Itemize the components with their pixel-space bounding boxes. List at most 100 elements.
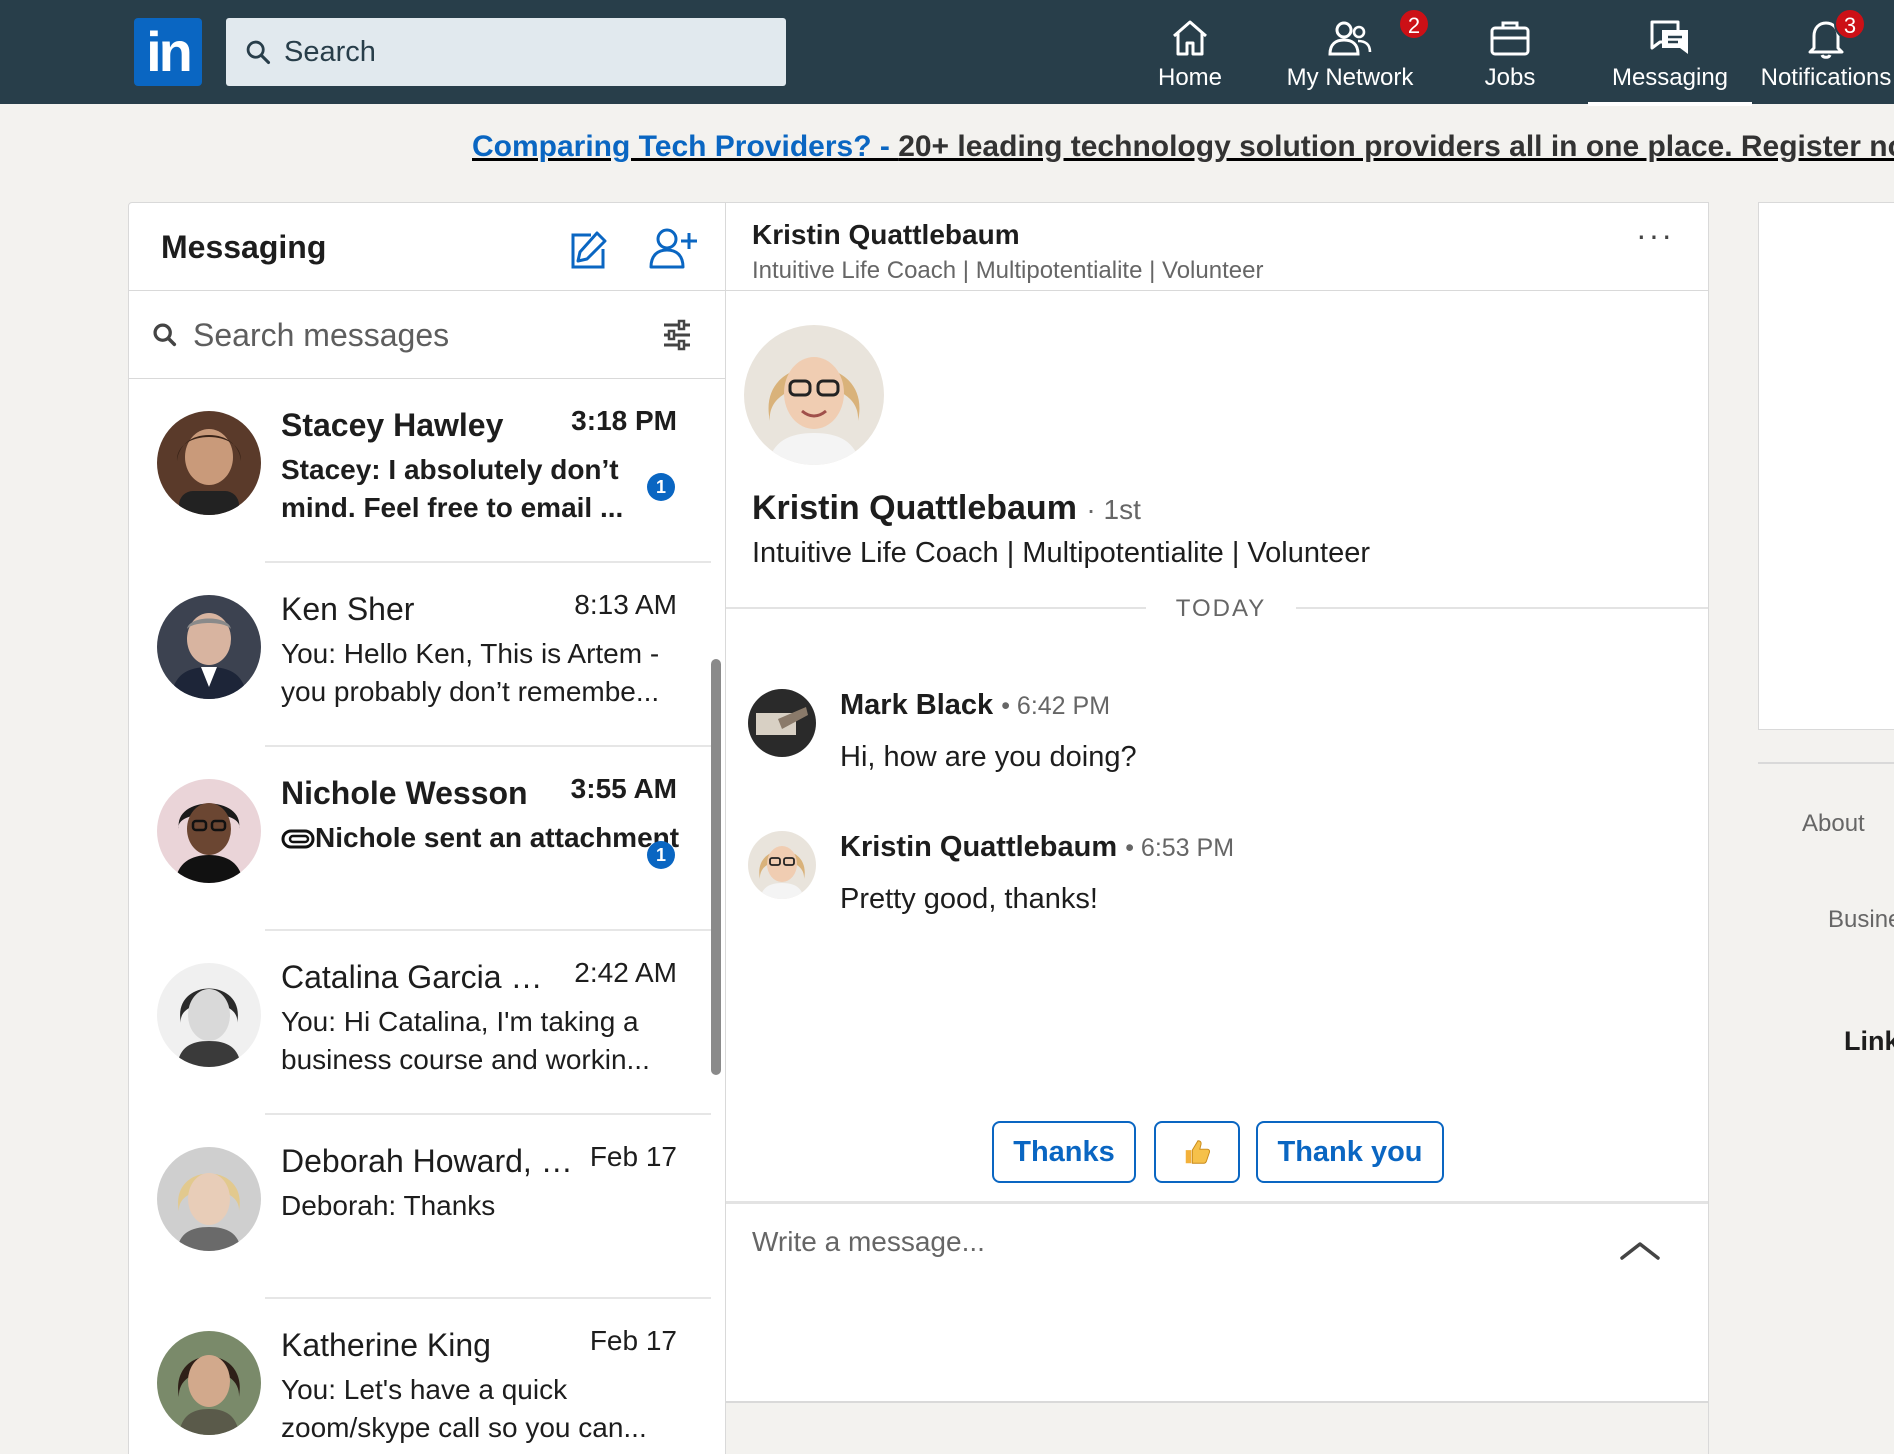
- avatar: [157, 1331, 261, 1435]
- message-search-placeholder: Search messages: [193, 317, 450, 353]
- avatar: [157, 963, 261, 1067]
- network-icon: [1328, 21, 1372, 56]
- notifications-badge: 3: [1834, 8, 1866, 40]
- conversation-item[interactable]: Katherine King Feb 17 You: Let's have a …: [129, 1299, 725, 1454]
- message-compose[interactable]: Write a message...: [726, 1201, 1708, 1401]
- conversation-preview: Deborah: Thanks: [281, 1190, 496, 1221]
- conversation-time: 8:13 AM: [574, 589, 677, 620]
- avatar[interactable]: [748, 689, 816, 757]
- unread-badge: 1: [647, 473, 675, 501]
- nav-jobs-label: Jobs: [1484, 64, 1536, 91]
- conversation-item[interactable]: Stacey Hawley 3:18 PM Stacey: I absolute…: [129, 379, 725, 563]
- message-body: Pretty good, thanks!: [840, 883, 1098, 915]
- conversation-preview: You: Hi Catalina, I'm taking a business …: [281, 1006, 650, 1075]
- nav-notifications[interactable]: 3 Notifications: [1756, 8, 1894, 92]
- home-icon: [1173, 20, 1207, 56]
- divider: [726, 607, 1148, 609]
- unread-badge: 1: [647, 841, 675, 869]
- quick-reply-thank-you[interactable]: Thank you: [1256, 1121, 1444, 1183]
- add-person-icon[interactable]: [649, 225, 699, 271]
- conversation-preview-text: Nichole sent an attachment: [315, 822, 680, 853]
- messaging-sidebar: Messaging Search messages Stacey Hawley …: [128, 202, 726, 1454]
- conversation-time: 2:42 AM: [574, 957, 677, 988]
- message-search[interactable]: Search messages: [129, 291, 725, 379]
- compose-icon[interactable]: [567, 227, 611, 271]
- conversation-list-scrollbar[interactable]: [711, 659, 721, 1075]
- header-contact-headline: Intuitive Life Coach | Multipotentialite…: [752, 257, 1264, 284]
- nav-notifications-label: Notifications: [1760, 64, 1892, 91]
- conversation-name: Katherine King: [281, 1327, 491, 1363]
- compose-placeholder: Write a message...: [752, 1226, 985, 1257]
- banner-link[interactable]: Comparing Tech Providers? -: [472, 130, 898, 163]
- conversation-time: Feb 17: [589, 1141, 677, 1172]
- conversation-preview: Stacey: I absolutely don’t mind. Feel fr…: [281, 454, 624, 523]
- conversation-preview: You: Let's have a quick zoom/skype call …: [281, 1374, 647, 1443]
- search-icon: [153, 323, 177, 347]
- conversation-item[interactable]: Nichole Wesson 3:55 AM Nichole sent an a…: [129, 747, 725, 931]
- message-time: • 6:53 PM: [1125, 834, 1235, 862]
- thumbs-up-icon: [1185, 1140, 1211, 1164]
- messaging-header: Messaging: [129, 203, 725, 291]
- conversation-time: Feb 17: [589, 1325, 677, 1356]
- conversation-preview: You: Hello Ken, This is Artem - you prob…: [281, 638, 660, 707]
- more-options-icon[interactable]: ···: [1636, 217, 1674, 254]
- conversation-time: 3:55 AM: [570, 773, 677, 804]
- footer-link-business[interactable]: Busine: [1828, 906, 1894, 934]
- profile-avatar[interactable]: [744, 325, 884, 465]
- nav-messaging[interactable]: Messaging: [1588, 14, 1752, 106]
- conversation-name: Stacey Hawley: [281, 407, 504, 443]
- messaging-title: Messaging: [161, 229, 327, 265]
- linkedin-logo[interactable]: in: [134, 18, 202, 86]
- divider: [1294, 607, 1708, 609]
- nav-home-label: Home: [1157, 64, 1223, 91]
- search-placeholder: Search: [284, 35, 376, 68]
- search-icon: [246, 40, 271, 65]
- nav-jobs[interactable]: Jobs: [1470, 14, 1550, 92]
- conversation-name: Catalina Garcia …: [281, 959, 543, 995]
- avatar[interactable]: [748, 831, 816, 899]
- footer-link-about[interactable]: About: [1802, 810, 1865, 838]
- message-sender-name: Mark Black: [840, 689, 994, 721]
- network-badge: 2: [1398, 8, 1430, 40]
- top-nav: in Search Home 2 My Network Jobs Messagi…: [0, 0, 1894, 106]
- nav-messaging-label: Messaging: [1611, 64, 1729, 91]
- avatar: [157, 411, 261, 515]
- filter-icon[interactable]: [661, 319, 693, 351]
- message-time: • 6:42 PM: [1001, 692, 1111, 720]
- message-sender-name: Kristin Quattlebaum: [840, 831, 1118, 863]
- message-sender: Kristin Quattlebaum • 6:53 PM: [840, 831, 1234, 864]
- footer-brand: Link: [1844, 1026, 1894, 1056]
- header-contact-name[interactable]: Kristin Quattlebaum: [752, 219, 1020, 251]
- conversation-item[interactable]: Ken Sher 8:13 AM You: Hello Ken, This is…: [129, 563, 725, 747]
- attachment-icon: [281, 829, 315, 849]
- messaging-icon: [1650, 20, 1688, 54]
- conversation-item[interactable]: Catalina Garcia … 2:42 AM You: Hi Catali…: [129, 931, 725, 1115]
- global-search-input[interactable]: Search: [226, 18, 786, 86]
- nav-my-network-label: My Network: [1286, 64, 1414, 91]
- compose-footer: [726, 1401, 1708, 1454]
- divider: [1758, 762, 1894, 764]
- chevron-up-icon[interactable]: [1620, 1230, 1660, 1270]
- connection-degree: · 1st: [1086, 494, 1141, 525]
- profile-headline: Intuitive Life Coach | Multipotentialite…: [752, 537, 1370, 569]
- conversation-header: Kristin Quattlebaum Intuitive Life Coach…: [726, 203, 1708, 291]
- nav-home[interactable]: Home: [1150, 14, 1230, 92]
- conversation-item[interactable]: Deborah Howard, … Feb 17 Deborah: Thanks: [129, 1115, 725, 1299]
- message-sender: Mark Black • 6:42 PM: [840, 689, 1110, 722]
- conversation-time: 3:18 PM: [571, 405, 677, 436]
- nav-my-network[interactable]: 2 My Network: [1280, 8, 1430, 92]
- banner-text[interactable]: 20+ leading technology solution provider…: [898, 130, 1894, 163]
- day-divider: TODAY: [1146, 595, 1296, 623]
- profile-name-text: Kristin Quattlebaum: [752, 489, 1077, 527]
- quick-reply-thanks[interactable]: Thanks: [992, 1121, 1136, 1183]
- ad-box: [1758, 202, 1894, 730]
- avatar: [157, 1147, 261, 1251]
- profile-name[interactable]: Kristin Quattlebaum · 1st: [752, 489, 1141, 528]
- quick-reply-thumbs-up[interactable]: [1154, 1121, 1240, 1183]
- message-body: Hi, how are you doing?: [840, 741, 1137, 773]
- sponsored-banner[interactable]: Comparing Tech Providers? - 20+ leading …: [472, 130, 1894, 164]
- conversation-name: Deborah Howard, …: [281, 1143, 573, 1179]
- avatar: [157, 779, 261, 883]
- conversation-preview: Nichole sent an attachment: [281, 819, 681, 857]
- briefcase-icon: [1490, 21, 1530, 56]
